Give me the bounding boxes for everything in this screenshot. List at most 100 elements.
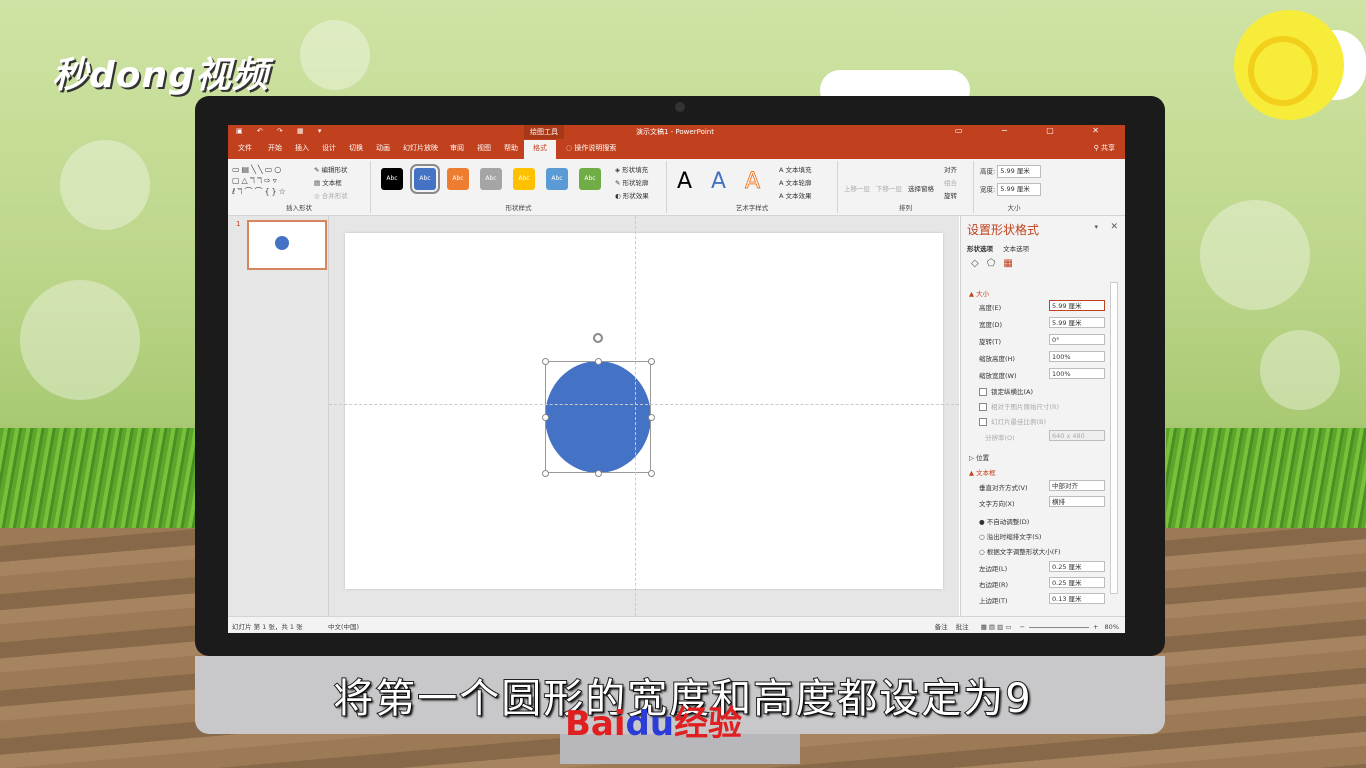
resize-handle-bl[interactable] <box>542 470 549 477</box>
slide-thumbnail-1[interactable] <box>247 220 327 270</box>
rotate-handle-icon[interactable] <box>593 333 603 343</box>
valign-label: 垂直对齐方式(V) <box>979 484 1028 492</box>
view-buttons[interactable]: ▦ ▤ ▥ ▭ <box>981 623 1012 631</box>
zoom-slider[interactable] <box>1029 626 1090 628</box>
window-controls[interactable]: ▭ − ▢ ✕ <box>955 126 1117 135</box>
tab-text-options[interactable]: 文本选项 <box>1003 245 1029 253</box>
height-row-label: 高度(E) <box>979 304 1002 312</box>
notes-button[interactable]: 备注 <box>935 623 948 631</box>
resize-handle-tl[interactable] <box>542 358 549 365</box>
left-margin-input[interactable]: 0.25 厘米 <box>1049 561 1105 572</box>
height-input[interactable]: 5.99 厘米 <box>997 165 1042 178</box>
section-size[interactable]: ▲ 大小 <box>969 288 989 298</box>
style-swatch-blue[interactable]: Abc <box>410 164 440 194</box>
style-swatch-green[interactable]: Abc <box>579 168 601 190</box>
text-fill-button[interactable]: A 文本填充 <box>779 164 812 174</box>
share-label: 共享 <box>1101 144 1115 152</box>
rotate-button[interactable]: 旋转 <box>944 190 957 200</box>
tab-format[interactable]: 格式 <box>524 140 556 159</box>
shrink-overflow-label: 溢出时缩排文字(S) <box>986 533 1042 541</box>
text-effects-button[interactable]: A 文本效果 <box>779 190 812 200</box>
tab-home[interactable]: 开始 <box>268 143 282 153</box>
sun-swirl <box>1248 36 1318 106</box>
section-textbox-label: 文本框 <box>976 469 996 477</box>
tab-review[interactable]: 审阅 <box>450 143 464 153</box>
resize-handle-br[interactable] <box>648 470 655 477</box>
slide-canvas[interactable] <box>345 233 943 589</box>
resize-handle-b[interactable] <box>595 470 602 477</box>
tab-slideshow[interactable]: 幻灯片放映 <box>403 143 438 153</box>
shapes-gallery[interactable]: ▭▤╲╲▭○ ▢△ℸℸ⇨▿ ℓℸ⌒⌒{}☆ <box>232 164 306 198</box>
share-button[interactable]: ⚲ 共享 <box>1094 143 1115 153</box>
close-icon[interactable]: ✕ <box>1110 222 1118 232</box>
tab-file[interactable]: 文件 <box>238 143 252 153</box>
tab-design[interactable]: 设计 <box>322 143 336 153</box>
section-textbox[interactable]: ▲ 文本框 <box>969 467 996 477</box>
align-button[interactable]: 对齐 <box>944 164 957 174</box>
resize-handle-r[interactable] <box>648 414 655 421</box>
tell-me-search[interactable]: ◌ 操作说明搜索 <box>566 143 616 153</box>
resize-handle-l[interactable] <box>542 414 549 421</box>
text-box-button[interactable]: ▤ 文本框 <box>314 177 342 187</box>
size-properties-icon[interactable]: ▦ <box>1003 258 1020 269</box>
text-outline-button[interactable]: A 文本轮廓 <box>779 177 812 187</box>
tab-view[interactable]: 视图 <box>477 143 491 153</box>
rotation-input[interactable]: 0° <box>1049 334 1105 345</box>
best-scale-checkbox[interactable]: 幻灯片最佳比例(B) <box>979 416 1046 426</box>
style-swatch-gray[interactable]: Abc <box>480 168 502 190</box>
pane-scrollbar[interactable] <box>1110 282 1118 594</box>
wordart-sample-black[interactable]: A <box>677 169 692 194</box>
width-input[interactable]: 5.99 厘米 <box>997 183 1042 196</box>
style-swatch-black[interactable]: Abc <box>381 168 403 190</box>
no-autofit-radio[interactable]: ● 不自动调整(D) <box>979 516 1029 526</box>
resize-handle-tr[interactable] <box>648 358 655 365</box>
style-swatch-gold[interactable]: Abc <box>513 168 535 190</box>
zoom-level[interactable]: 80% <box>1105 623 1119 631</box>
wordart-sample-blue[interactable]: A <box>711 169 726 194</box>
pane-options-icon[interactable]: ▾ <box>1094 223 1098 231</box>
valign-select[interactable]: 中部对齐 <box>1049 480 1105 491</box>
scale-height-input[interactable]: 100% <box>1049 351 1105 362</box>
relative-original-checkbox[interactable]: 相对于图片原始尺寸(R) <box>979 401 1059 411</box>
pane-height-input[interactable]: 5.99 厘米 <box>1049 300 1105 311</box>
comments-button[interactable]: 批注 <box>956 623 969 631</box>
right-margin-input[interactable]: 0.25 厘米 <box>1049 577 1105 588</box>
zoom-out-icon[interactable]: − <box>1020 623 1025 631</box>
section-position[interactable]: ▷ 位置 <box>969 452 989 462</box>
tab-animations[interactable]: 动画 <box>376 143 390 153</box>
edit-shape-button[interactable]: ✎ 编辑形状 <box>314 164 348 174</box>
fill-line-icon[interactable]: ◇ <box>971 258 987 269</box>
shape-fill-button[interactable]: ◈ 形状填充 <box>615 164 648 174</box>
selection-pane-button[interactable]: 选择窗格 <box>908 183 934 193</box>
language-indicator[interactable]: 中文(中国) <box>328 621 359 631</box>
style-swatch-orange[interactable]: Abc <box>447 168 469 190</box>
shape-outline-button[interactable]: ✎ 形状轮廓 <box>615 177 649 187</box>
resolution-select[interactable]: 640 x 480 <box>1049 430 1105 441</box>
zoom-in-icon[interactable]: + <box>1093 623 1098 631</box>
tab-shape-options[interactable]: 形状选项 <box>967 245 993 253</box>
text-direction-select[interactable]: 横排 <box>1049 496 1105 507</box>
top-margin-input[interactable]: 0.13 厘米 <box>1049 593 1105 604</box>
scale-width-input[interactable]: 100% <box>1049 368 1105 379</box>
merge-shapes-button[interactable]: ◎ 合并形状 <box>314 190 348 200</box>
tab-insert[interactable]: 插入 <box>295 143 309 153</box>
group-arrange: 上移一层 下移一层 选择窗格 对齐 组合 旋转 排列 <box>838 161 974 213</box>
group-button[interactable]: 组合 <box>944 177 957 187</box>
group-wordart-styles: A A A A 文本填充 A 文本轮廓 A 文本效果 艺术字样式 <box>667 161 838 213</box>
tab-help[interactable]: 帮助 <box>504 143 518 153</box>
send-backward-button[interactable]: 下移一层 <box>876 183 902 193</box>
quick-access-toolbar[interactable]: ▣ ↶ ↷ ▦ ▾ <box>236 127 327 135</box>
pane-width-input[interactable]: 5.99 厘米 <box>1049 317 1105 328</box>
resize-shape-radio[interactable]: ○ 根据文字调整形状大小(F) <box>979 546 1061 556</box>
wordart-sample-orange[interactable]: A <box>744 169 760 195</box>
style-swatch-lightblue[interactable]: Abc <box>546 168 568 190</box>
bring-forward-button[interactable]: 上移一层 <box>844 183 870 193</box>
lock-aspect-checkbox[interactable]: 锁定纵横比(A) <box>979 386 1033 396</box>
shrink-overflow-radio[interactable]: ○ 溢出时缩排文字(S) <box>979 531 1041 541</box>
shape-effects-button[interactable]: ◐ 形状效果 <box>615 190 649 200</box>
resize-handle-t[interactable] <box>595 358 602 365</box>
tab-transitions[interactable]: 切换 <box>349 143 363 153</box>
effects-pentagon-icon[interactable]: ⬠ <box>987 258 1004 269</box>
slide-info: 幻灯片 第 1 张，共 1 张 <box>232 623 303 631</box>
ribbon-tabs: 文件 开始 插入 设计 切换 动画 幻灯片放映 审阅 视图 帮助 格式 ◌ 操作… <box>228 139 1125 159</box>
